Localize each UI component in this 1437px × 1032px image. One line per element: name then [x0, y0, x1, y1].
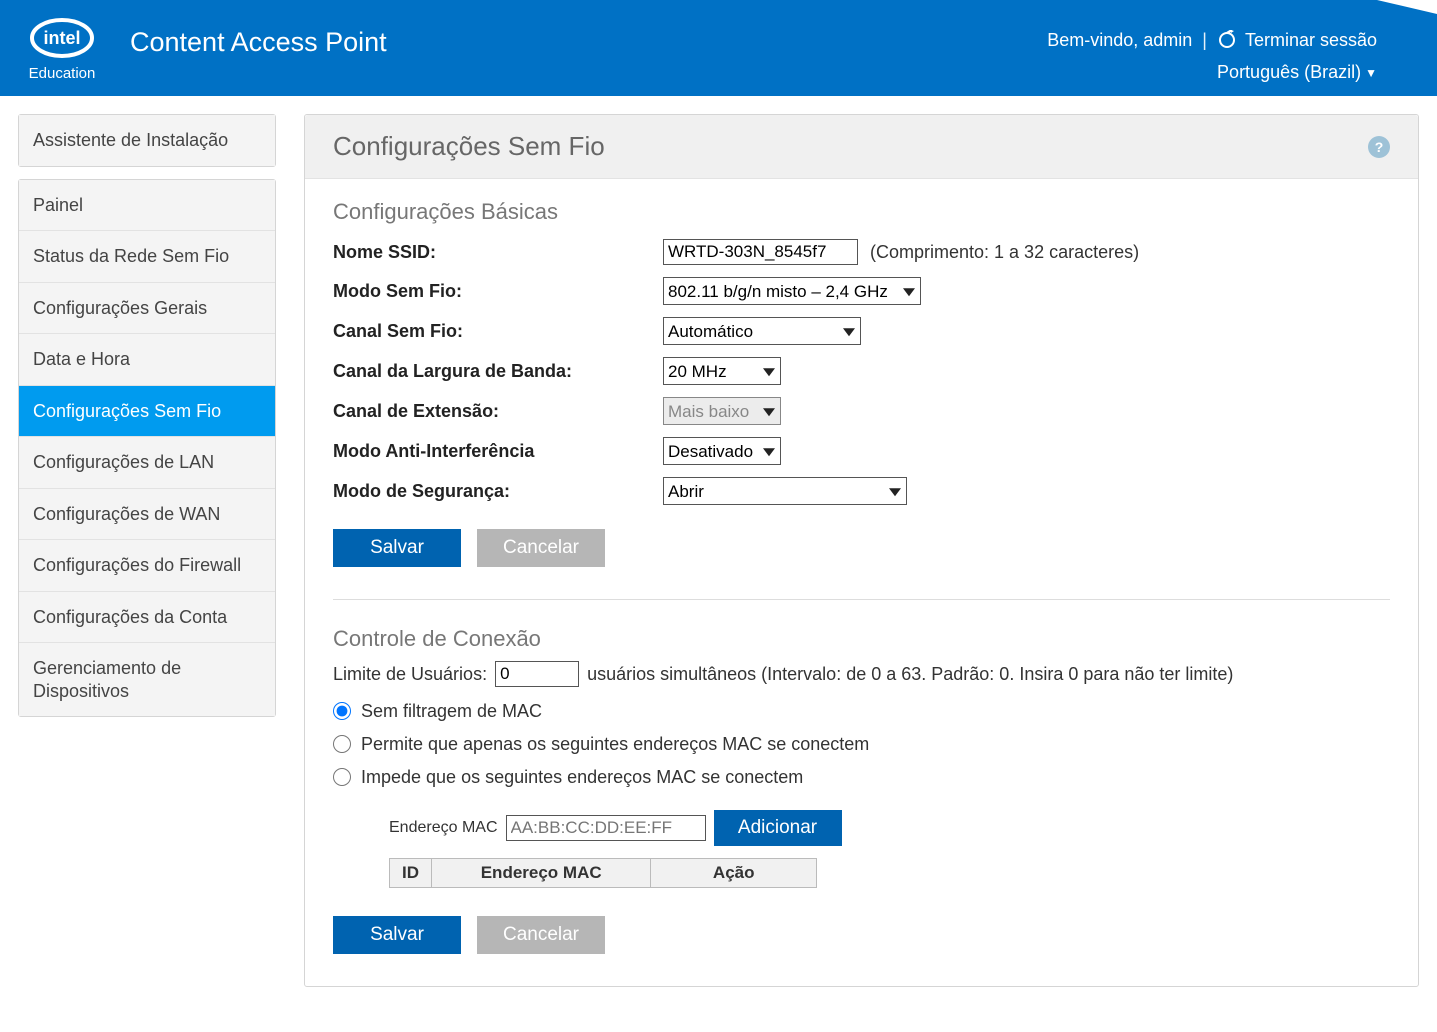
sidebar-item-9[interactable]: Gerenciamento de Dispositivos: [19, 643, 275, 716]
welcome-text: Bem-vindo, admin: [1047, 24, 1192, 56]
basic-section-title: Configurações Básicas: [333, 199, 1390, 225]
mac-address-label: Endereço MAC: [389, 819, 498, 837]
ssid-label: Nome SSID:: [333, 242, 663, 263]
bandwidth-select[interactable]: 20 MHz: [663, 357, 781, 385]
security-mode-select[interactable]: Abrir: [663, 477, 907, 505]
basic-cancel-button[interactable]: Cancelar: [477, 529, 605, 567]
sidebar-item-5[interactable]: Configurações de LAN: [19, 437, 275, 489]
user-limit-hint: usuários simultâneos (Intervalo: de 0 a …: [587, 660, 1233, 689]
main-panel: Configurações Sem Fio ? Configurações Bá…: [304, 114, 1419, 987]
user-limit-label: Limite de Usuários:: [333, 660, 487, 689]
divider: |: [1202, 24, 1207, 56]
extension-select: Mais baixo: [663, 397, 781, 425]
extension-label: Canal de Extensão:: [333, 401, 663, 422]
mac-filter-label-2: Impede que os seguintes endereços MAC se…: [361, 767, 803, 788]
mac-filter-radio-0[interactable]: [333, 702, 351, 720]
add-mac-button[interactable]: Adicionar: [714, 810, 842, 846]
conn-cancel-button[interactable]: Cancelar: [477, 916, 605, 954]
language-selector[interactable]: Português (Brazil) ▼: [1047, 56, 1377, 88]
mac-filter-option-2[interactable]: Impede que os seguintes endereços MAC se…: [333, 761, 1390, 794]
sidebar-item-install-wizard[interactable]: Assistente de Instalação: [19, 115, 275, 166]
mac-table: ID Endereço MAC Ação: [389, 858, 817, 888]
mac-filter-label-1: Permite que apenas os seguintes endereço…: [361, 734, 869, 755]
sidebar-item-1[interactable]: Status da Rede Sem Fio: [19, 231, 275, 283]
mac-table-header-id: ID: [390, 858, 432, 887]
anti-interference-select[interactable]: Desativado: [663, 437, 781, 465]
wireless-mode-select[interactable]: 802.11 b/g/n misto – 2,4 GHz: [663, 277, 921, 305]
mac-table-header-action: Ação: [651, 858, 817, 887]
sidebar: Assistente de Instalação PainelStatus da…: [18, 114, 276, 987]
ssid-hint: (Comprimento: 1 a 32 caracteres): [870, 242, 1139, 263]
security-mode-label: Modo de Segurança:: [333, 481, 663, 502]
app-header: intel Education Content Access Point Bem…: [0, 0, 1437, 96]
sidebar-item-3[interactable]: Data e Hora: [19, 334, 275, 386]
logout-link[interactable]: Terminar sessão: [1245, 24, 1377, 56]
page-title: Configurações Sem Fio: [333, 131, 605, 162]
sidebar-group-main: PainelStatus da Rede Sem FioConfiguraçõe…: [18, 179, 276, 718]
header-right: Bem-vindo, admin | Terminar sessão Portu…: [1047, 24, 1377, 89]
logo-area: intel Education Content Access Point: [22, 12, 387, 84]
channel-label: Canal Sem Fio:: [333, 321, 663, 342]
anti-interference-label: Modo Anti-Interferência: [333, 441, 663, 462]
sidebar-item-8[interactable]: Configurações da Conta: [19, 592, 275, 644]
conn-section-title: Controle de Conexão: [333, 626, 1390, 652]
mac-filter-option-0[interactable]: Sem filtragem de MAC: [333, 695, 1390, 728]
bandwidth-label: Canal da Largura de Banda:: [333, 361, 663, 382]
svg-text:Education: Education: [29, 65, 96, 82]
sidebar-item-7[interactable]: Configurações do Firewall: [19, 540, 275, 592]
logout-icon: [1217, 30, 1237, 50]
mac-filter-radio-1[interactable]: [333, 735, 351, 753]
basic-save-button[interactable]: Salvar: [333, 529, 461, 567]
section-separator: [333, 599, 1390, 600]
mac-filter-radio-2[interactable]: [333, 768, 351, 786]
conn-save-button[interactable]: Salvar: [333, 916, 461, 954]
user-limit-input[interactable]: [495, 661, 579, 687]
sidebar-item-0[interactable]: Painel: [19, 180, 275, 232]
intel-education-logo: intel Education: [22, 12, 112, 84]
sidebar-item-4[interactable]: Configurações Sem Fio: [19, 386, 275, 438]
sidebar-item-6[interactable]: Configurações de WAN: [19, 489, 275, 541]
mac-filter-option-1[interactable]: Permite que apenas os seguintes endereço…: [333, 728, 1390, 761]
app-title: Content Access Point: [130, 27, 387, 58]
mac-address-input[interactable]: [506, 815, 706, 841]
mac-filter-label-0: Sem filtragem de MAC: [361, 701, 542, 722]
language-label: Português (Brazil): [1217, 62, 1361, 82]
chevron-down-icon: ▼: [1365, 66, 1377, 80]
channel-select[interactable]: Automático: [663, 317, 861, 345]
mac-table-header-addr: Endereço MAC: [431, 858, 650, 887]
sidebar-group-wizard: Assistente de Instalação: [18, 114, 276, 167]
page-title-bar: Configurações Sem Fio ?: [305, 115, 1418, 179]
sidebar-item-2[interactable]: Configurações Gerais: [19, 283, 275, 335]
header-corner-notch: [1377, 0, 1437, 14]
wireless-mode-label: Modo Sem Fio:: [333, 281, 663, 302]
ssid-input[interactable]: [663, 239, 858, 265]
svg-text:intel: intel: [43, 28, 80, 48]
help-icon[interactable]: ?: [1368, 136, 1390, 158]
